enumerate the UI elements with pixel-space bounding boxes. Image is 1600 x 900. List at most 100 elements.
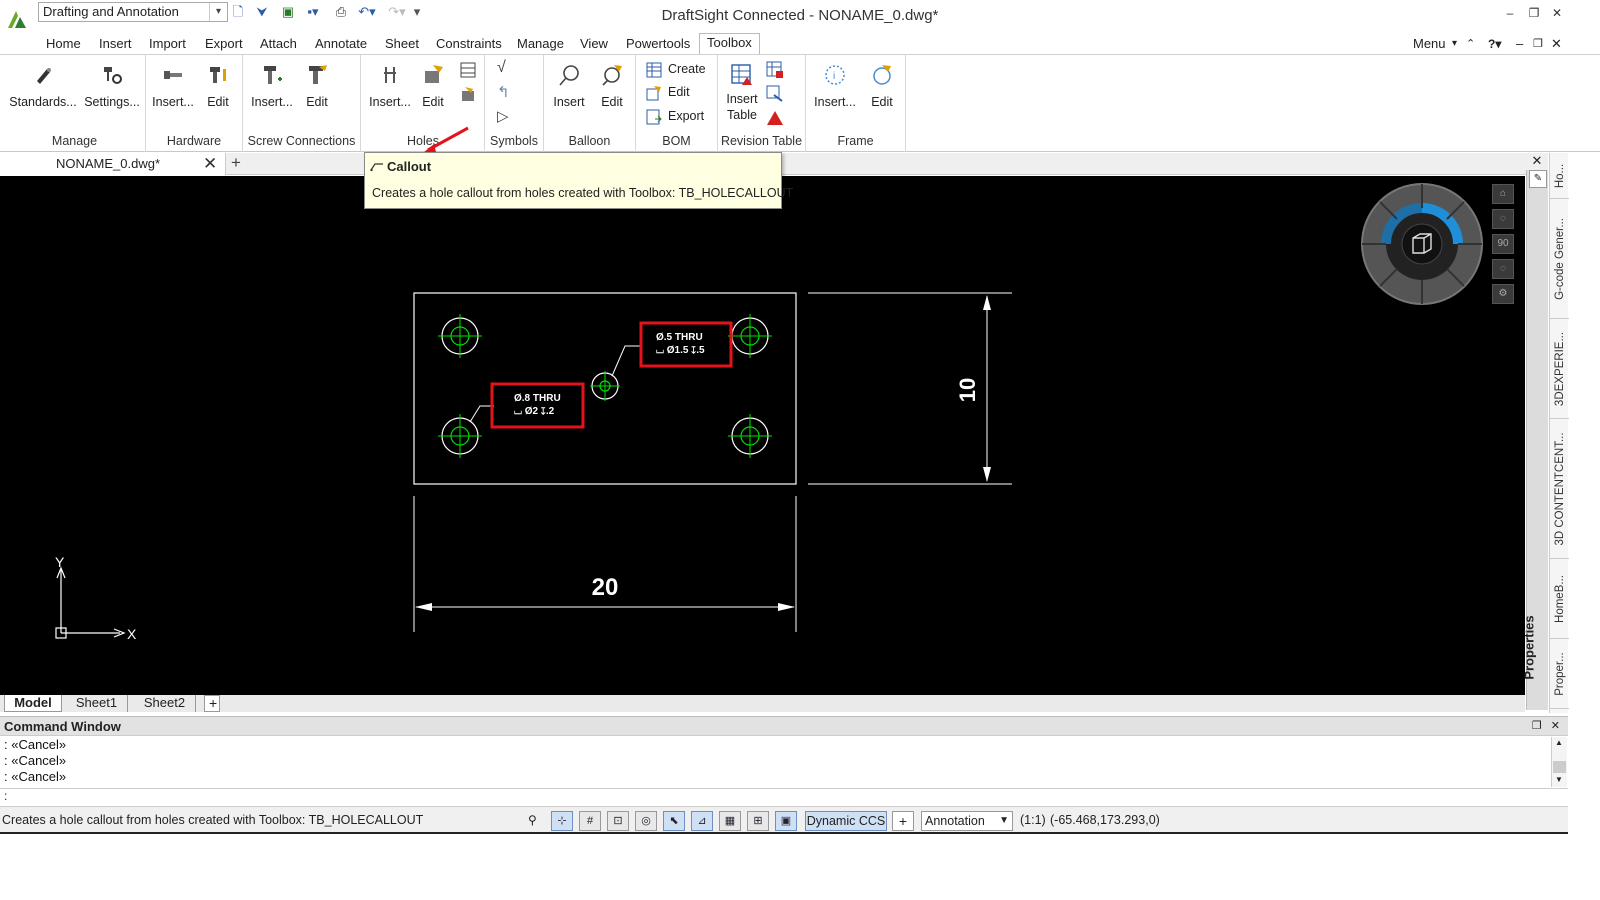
model-paper-toggle-icon[interactable]: ▣ (775, 811, 797, 831)
tab-manage[interactable]: Manage (517, 35, 564, 53)
quick-input-toggle-icon[interactable]: ⊞ (747, 811, 769, 831)
command-prompt-icon[interactable]: ⚲ (528, 813, 537, 827)
collapse-ribbon-icon[interactable]: ⌃ (1466, 35, 1475, 53)
home-view-icon[interactable]: ⌂ (1492, 184, 1514, 204)
tab-model[interactable]: Model (4, 695, 62, 712)
tab-import[interactable]: Import (149, 35, 186, 53)
scroll-thumb[interactable] (1553, 761, 1566, 773)
tab-sheet[interactable]: Sheet (385, 35, 419, 53)
chevron-down-icon[interactable]: ▾ (1452, 35, 1457, 53)
navigation-wheel[interactable] (1360, 182, 1484, 306)
hardware-edit-button[interactable]: Edit (196, 63, 240, 109)
zoom-view-button[interactable]: 90 (1492, 234, 1514, 254)
screw-edit-button[interactable]: Edit (295, 63, 339, 109)
revision-insert-table-button[interactable]: Insert Table (720, 63, 764, 123)
lineweight-toggle-icon[interactable]: ▦ (719, 811, 741, 831)
snap-toggle-icon[interactable]: ⊹ (551, 811, 573, 831)
rotate-view-icon[interactable]: ◌ (1492, 259, 1514, 279)
balloon-insert-button[interactable]: Insert (546, 63, 592, 109)
tab-view[interactable]: View (580, 35, 608, 53)
tab-insert[interactable]: Insert (99, 35, 132, 53)
tab-export[interactable]: Export (205, 35, 243, 53)
bom-create-button[interactable]: Create (646, 59, 706, 79)
close-icon[interactable]: ✕ (1526, 153, 1548, 169)
tab-home[interactable]: Home (46, 35, 81, 53)
print-icon[interactable]: ⎙ (333, 3, 349, 21)
hardware-insert-button[interactable]: Insert... (148, 63, 198, 109)
balloon-edit-label: Edit (601, 95, 623, 109)
hole-table-icon[interactable] (459, 61, 477, 79)
open-file-icon[interactable]: ⮟ (252, 3, 272, 21)
new-document-tab-button[interactable]: + (231, 153, 241, 173)
customize-quick-access-icon[interactable]: ▾ (412, 3, 422, 21)
right-tab-homebyme[interactable]: HomeB... (1550, 559, 1569, 639)
tab-sheet1[interactable]: Sheet1 (66, 695, 128, 712)
right-tab-gcode[interactable]: G-code Gener... (1550, 199, 1569, 319)
datum-symbol-icon[interactable]: ▷ (497, 107, 515, 125)
command-window-controls[interactable]: ❐ ✕ (1532, 719, 1560, 732)
tab-attach[interactable]: Attach (260, 35, 297, 53)
frame-edit-button[interactable]: Edit (860, 63, 904, 109)
hole-series-icon[interactable] (459, 85, 477, 103)
tab-toolbox[interactable]: Toolbox (699, 33, 760, 54)
esnap-toggle-icon[interactable]: ⬉ (663, 811, 685, 831)
draftsight-logo-icon[interactable] (6, 8, 28, 30)
tab-powertools[interactable]: Powertools (626, 35, 690, 53)
bom-edit-button[interactable]: Edit (646, 82, 690, 102)
polar-toggle-icon[interactable]: ◎ (635, 811, 657, 831)
command-scrollbar[interactable]: ▲ ▼ (1551, 737, 1567, 787)
add-status-button[interactable]: + (892, 811, 914, 831)
properties-panel-strip[interactable]: ✎ Properties (1522, 170, 1548, 710)
tab-constraints[interactable]: Constraints (436, 35, 502, 53)
holes-insert-button[interactable]: Insert... (365, 63, 415, 109)
redo-icon[interactable]: ↷▾ (386, 3, 408, 21)
settings-button[interactable]: Settings... (80, 63, 144, 109)
ortho-toggle-icon[interactable]: ⊡ (607, 811, 629, 831)
doc-minimize-icon[interactable]: – (1516, 35, 1523, 53)
drawing-canvas[interactable]: Ø.5 THRU ⌴ Ø1.5 ↧.5 Ø.8 THRU ⌴ Ø2 ↧.2 10… (0, 176, 1525, 710)
undo-icon[interactable]: ↶▾ (356, 3, 378, 21)
revision-edit-icon[interactable] (766, 61, 784, 79)
right-tab-3d-contentcentral[interactable]: 3D CONTENTCENT... (1550, 419, 1569, 559)
doc-restore-icon[interactable]: ❐ (1533, 35, 1543, 53)
holes-edit-button[interactable]: Edit (413, 63, 453, 109)
grid-toggle-icon[interactable]: # (579, 811, 601, 831)
revision-symbol-icon[interactable] (766, 109, 784, 127)
restore-button[interactable]: ❐ (1524, 5, 1544, 21)
command-input[interactable]: : (0, 788, 1568, 806)
document-tab[interactable]: NONAME_0.dwg* ✕ (0, 153, 226, 175)
dynamic-ccs-toggle[interactable]: Dynamic CCS (805, 811, 887, 831)
close-icon[interactable]: ✕ (203, 154, 217, 174)
right-tab-properties[interactable]: Proper... (1550, 639, 1569, 709)
view-settings-icon[interactable]: ⚙ (1492, 284, 1514, 304)
weld-symbol-icon[interactable]: ↰ (497, 83, 515, 101)
open-folder-icon[interactable]: ▣ (280, 3, 296, 21)
save-icon[interactable]: ▪▾ (303, 3, 323, 21)
workspace-dropdown[interactable]: Drafting and Annotation ▾ (38, 2, 228, 22)
revision-update-icon[interactable] (766, 85, 784, 103)
help-icon[interactable]: ?▾ (1488, 35, 1501, 53)
right-tab-hole[interactable]: Ho... (1550, 153, 1569, 199)
right-tab-3dexperience[interactable]: 3DEXPERIE... (1550, 319, 1569, 419)
frame-insert-icon: i (825, 65, 845, 85)
annotation-scale-dropdown[interactable]: Annotation ▼ (921, 811, 1013, 831)
tab-annotate[interactable]: Annotate (315, 35, 367, 53)
minimize-button[interactable]: – (1500, 5, 1520, 21)
orbit-icon[interactable]: ◌ (1492, 209, 1514, 229)
etrack-toggle-icon[interactable]: ⊿ (691, 811, 713, 831)
standards-button[interactable]: Standards... (8, 63, 78, 109)
surface-finish-icon[interactable]: √ (497, 59, 515, 77)
balloon-edit-button[interactable]: Edit (590, 63, 634, 109)
new-file-icon[interactable]: 🗋 (230, 3, 246, 21)
scroll-up-icon[interactable]: ▲ (1555, 738, 1563, 747)
doc-close-icon[interactable]: ✕ (1551, 35, 1562, 53)
screw-insert-button[interactable]: Insert... (247, 63, 297, 109)
pin-icon[interactable]: ✎ (1529, 170, 1547, 188)
tab-sheet2[interactable]: Sheet2 (134, 695, 196, 712)
close-button[interactable]: ✕ (1547, 5, 1567, 21)
menu-button[interactable]: Menu (1413, 35, 1446, 53)
bom-export-button[interactable]: Export (646, 106, 704, 126)
scroll-down-icon[interactable]: ▼ (1555, 775, 1563, 784)
add-sheet-button[interactable]: + (204, 695, 220, 712)
frame-insert-button[interactable]: i Insert... (810, 63, 860, 109)
